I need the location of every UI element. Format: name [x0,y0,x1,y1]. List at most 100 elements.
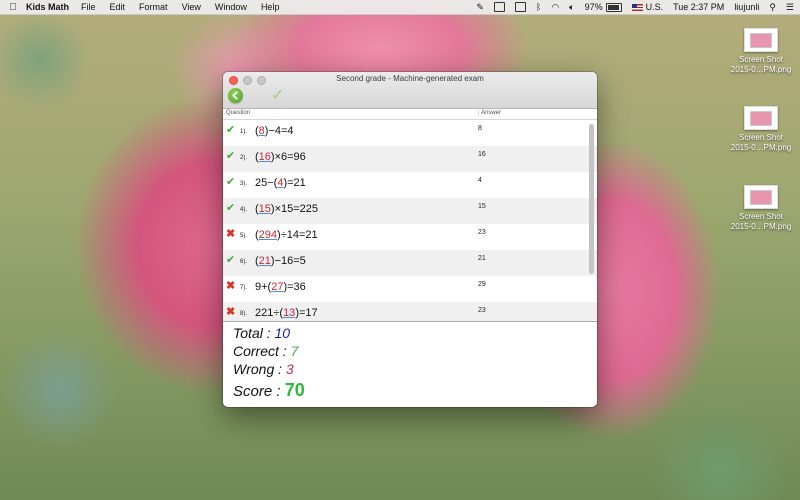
total-value: 10 [274,325,291,341]
correct-check-icon: ✔ [226,150,236,162]
answer-value: 4 [478,177,482,184]
question-number: 6). [240,259,248,265]
bluetooth-icon[interactable]: ᛒ [536,2,541,12]
file-name: 2015-0…PM.png [730,143,792,152]
table-row[interactable]: ✖ 5). (294)÷14=21 23 [223,224,597,250]
column-header-question[interactable]: Question [226,110,250,116]
question-number: 7). [240,285,248,291]
total-label: Total : [233,325,271,341]
correct-check-icon: ✔ [226,254,236,266]
question-list[interactable]: ✔ 1). (8)−4=4 8 ✔ 2). (16)×6=96 16 ✔ 3).… [223,120,597,321]
question-number: 2). [240,155,248,161]
question-expression: (8)−4=4 [255,125,294,137]
image-thumbnail-icon [744,185,778,209]
menu-format[interactable]: Format [139,2,168,12]
expr-suffix: )×15=225 [270,203,319,215]
question-expression: 25−(4)=21 [255,177,306,189]
wrong-value: 3 [285,361,294,377]
wrong-label: Wrong : [233,361,283,377]
user-name[interactable]: liujunli [734,2,759,12]
menu-bar:  Kids Math File Edit Format View Window… [0,0,800,15]
correct-check-icon: ✔ [226,176,236,188]
question-expression: (15)×15=225 [255,203,318,215]
desktop-file-screenshot-1[interactable]: Screen Shot 2015-0…PM.png [721,28,800,75]
expr-prefix: 25−( [255,177,278,189]
answer-value: 21 [478,255,486,262]
question-number: 1). [240,129,248,135]
back-arrow-icon [232,91,238,100]
desktop-file-screenshot-3[interactable]: Screen Shot 2015-0…PM.png [721,185,800,232]
table-row[interactable]: ✖ 7). 9+(27)=36 29 [223,276,597,302]
correct-check-icon: ✔ [226,202,236,214]
expr-suffix: )=36 [283,281,306,293]
answer-value: 29 [478,281,486,288]
question-expression: 221÷(13)=17 [255,307,318,319]
wrong-cross-icon: ✖ [226,228,236,240]
us-flag-icon[interactable] [631,3,643,11]
filled-answer: 27 [271,281,284,293]
score-label: Score : [233,383,281,400]
expr-suffix: )=21 [283,177,306,189]
menu-view[interactable]: View [182,2,201,12]
input-source[interactable]: U.S. [646,2,664,12]
wrong-cross-icon: ✖ [226,280,236,292]
file-name: Screen Shot [738,212,784,221]
table-row[interactable]: ✖ 8). 221÷(13)=17 23 [223,302,597,321]
window-icon[interactable] [493,2,505,12]
menu-help[interactable]: Help [261,2,280,12]
expr-suffix: )÷14=21 [277,229,318,241]
expr-prefix: 221÷( [255,307,284,319]
clock[interactable]: Tue 2:37 PM [673,2,724,12]
correct-check-icon: ✔ [226,124,236,136]
status-area: ✎ ᛒ ◠ 🔈︎ 97% U.S. Tue 2:37 PM liujunli ⚲… [466,0,800,14]
table-row[interactable]: ✔ 3). 25−(4)=21 4 [223,172,597,198]
question-expression: (294)÷14=21 [255,229,318,241]
title-bar: Second grade - Machine-generated exam ✓ [223,72,597,109]
expr-suffix: )−4=4 [264,125,294,137]
checkmark-icon: ✓ [271,87,285,104]
window-title: Second grade - Machine-generated exam [336,74,484,83]
menu-file[interactable]: File [81,2,96,12]
menu-window[interactable]: Window [215,2,247,12]
expr-suffix: )=17 [295,307,318,319]
pen-icon[interactable]: ✎ [476,2,484,13]
volume-icon[interactable]: 🔈︎ [569,2,574,13]
check-button[interactable]: ✓ [271,85,284,105]
wrong-line: Wrong : 3 [233,360,597,378]
expr-prefix: 9+( [255,281,272,293]
answer-value: 16 [478,151,486,158]
column-header-answer[interactable]: Answer [478,110,501,116]
notification-center-icon[interactable]: ☰ [786,2,794,13]
table-header: Question Answer [223,109,597,120]
correct-label: Correct : [233,343,287,359]
filled-answer: 294 [258,229,278,241]
question-expression: 9+(27)=36 [255,281,306,293]
apple-menu-icon[interactable]:  [0,2,26,13]
exam-window: Second grade - Machine-generated exam ✓ … [223,72,597,407]
table-row[interactable]: ✔ 2). (16)×6=96 16 [223,146,597,172]
expr-suffix: )−16=5 [270,255,306,267]
display-icon[interactable] [514,2,526,12]
answer-value: 23 [478,307,486,314]
answer-value: 8 [478,125,482,132]
desktop-file-screenshot-2[interactable]: Screen Shot 2015-0…PM.png [721,106,800,153]
total-line: Total : 10 [233,324,597,342]
table-row[interactable]: ✔ 6). (21)−16=5 21 [223,250,597,276]
wifi-icon[interactable]: ◠ [551,2,559,13]
table-row[interactable]: ✔ 1). (8)−4=4 8 [223,120,597,146]
spotlight-icon[interactable]: ⚲ [769,2,776,13]
expr-suffix: )×6=96 [270,151,306,163]
battery-icon[interactable] [605,2,622,12]
correct-value: 7 [290,343,299,359]
vertical-scrollbar[interactable] [589,124,594,274]
battery-percent[interactable]: 97% [585,2,603,12]
image-thumbnail-icon [744,28,778,52]
app-menu[interactable]: Kids Math [26,2,69,12]
answer-value: 23 [478,229,486,236]
back-button[interactable] [228,88,243,103]
question-number: 3). [240,181,248,187]
menu-edit[interactable]: Edit [110,2,126,12]
file-name: Screen Shot [738,133,784,142]
table-row[interactable]: ✔ 4). (15)×15=225 15 [223,198,597,224]
question-expression: (21)−16=5 [255,255,306,267]
